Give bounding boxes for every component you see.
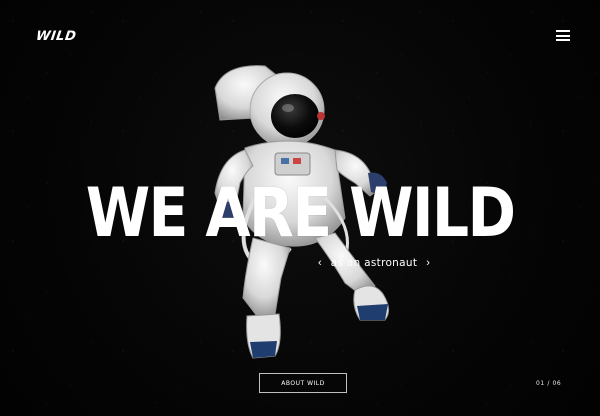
chevron-left-icon[interactable]: ‹ bbox=[318, 257, 322, 269]
hero-stage: WILD WE ARE WILD ‹ as an astronaut › ABO… bbox=[0, 0, 600, 416]
hamburger-icon bbox=[556, 30, 570, 32]
logo[interactable]: WILD bbox=[35, 29, 77, 44]
menu-button[interactable] bbox=[556, 30, 570, 41]
about-button[interactable]: ABOUT WILD bbox=[259, 373, 347, 393]
hero-subtitle: as an astronaut bbox=[330, 257, 418, 269]
slide-caption-row: ‹ as an astronaut › bbox=[318, 255, 430, 271]
hero-headline: WE ARE WILD bbox=[85, 174, 516, 253]
chevron-right-icon[interactable]: › bbox=[426, 257, 430, 269]
slide-pager: 01 / 06 bbox=[536, 380, 562, 387]
